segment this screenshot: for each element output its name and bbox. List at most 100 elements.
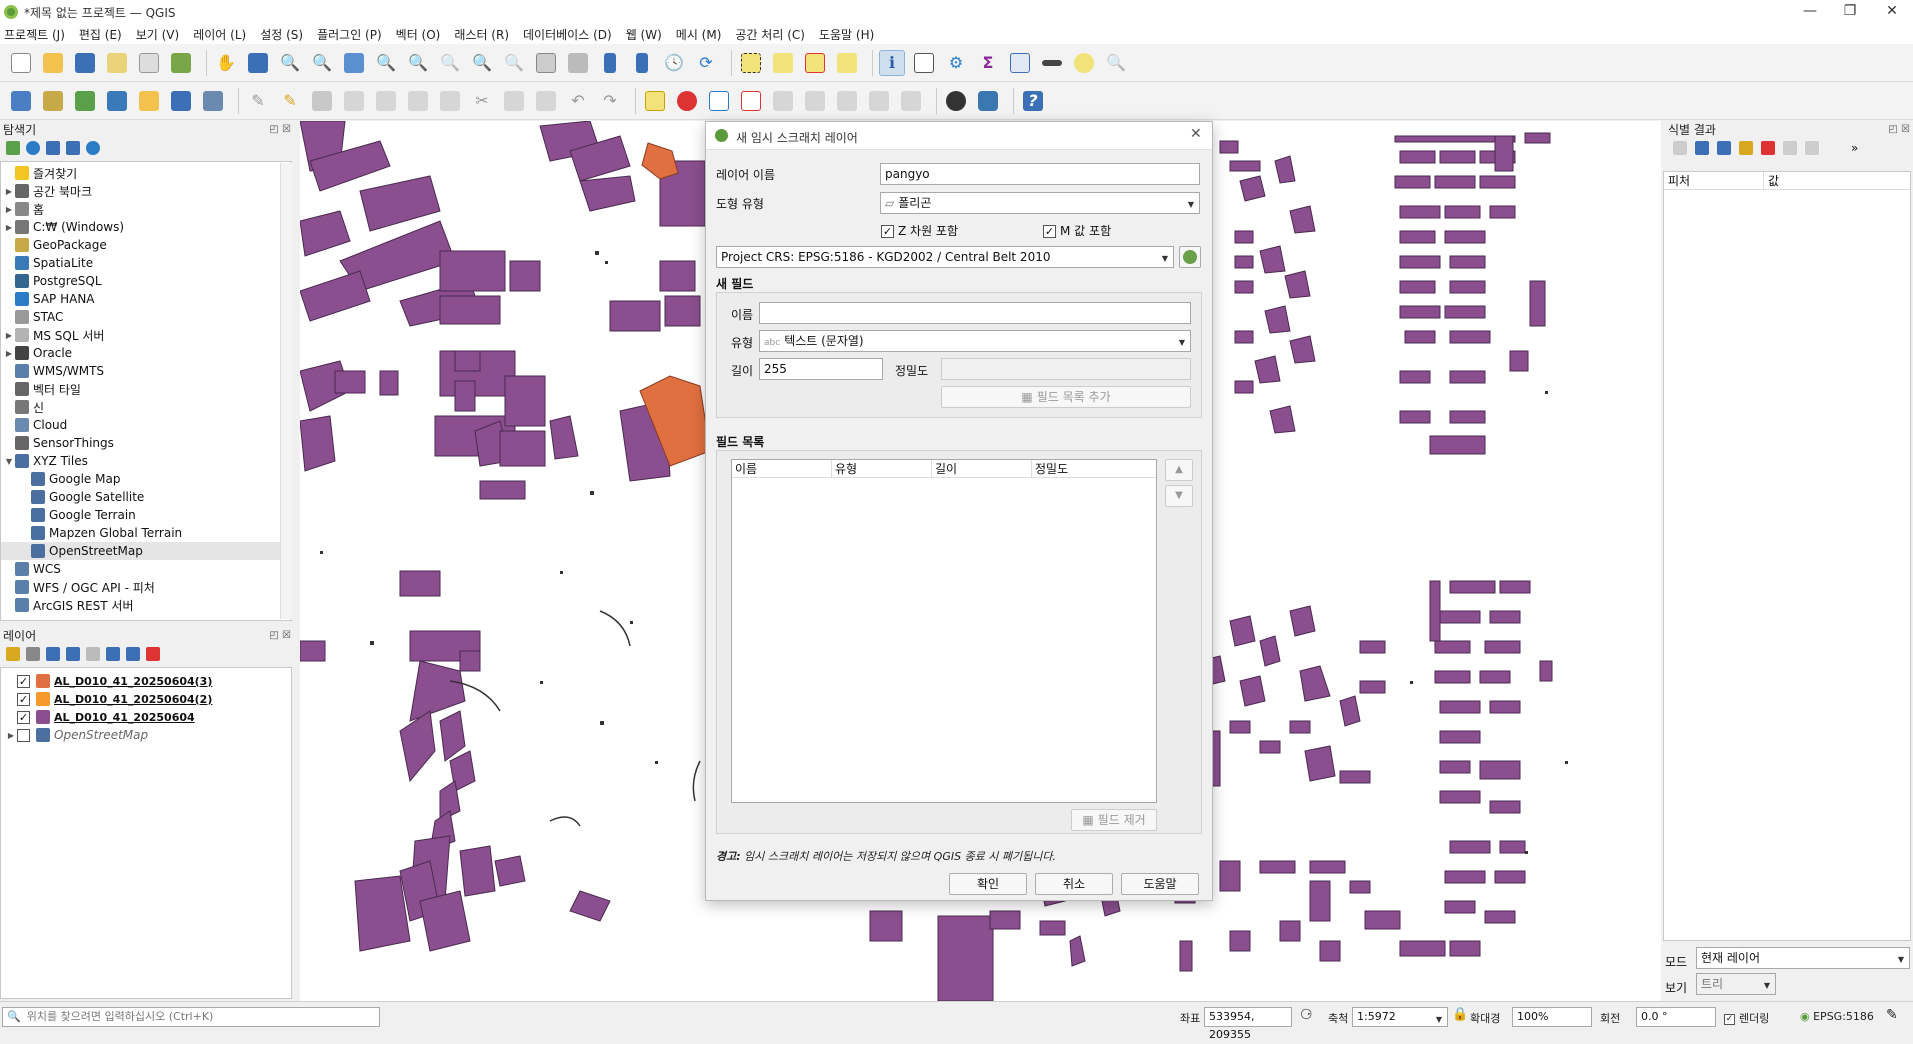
rotation-spinbox[interactable]: 0.0 °: [1636, 1007, 1716, 1027]
diagram-tool-icon[interactable]: [674, 88, 700, 114]
quickmapservices-icon[interactable]: [943, 88, 969, 114]
zoom-native-icon[interactable]: 🔍: [437, 50, 463, 76]
layer-visibility-checkbox[interactable]: [17, 728, 30, 742]
zoom-full-icon[interactable]: [341, 50, 367, 76]
field-name-input[interactable]: [759, 302, 1191, 324]
add-group-icon[interactable]: [26, 647, 40, 661]
rotate-label-icon[interactable]: [834, 88, 860, 114]
remove-layer-icon[interactable]: [146, 647, 160, 661]
col-type-header[interactable]: 유형: [832, 460, 932, 477]
identify-panel-float-close-icon[interactable]: ◰ ☒: [1888, 124, 1910, 135]
current-edits-icon[interactable]: ✎: [245, 88, 271, 114]
crs-select[interactable]: Project CRS: EPSG:5186 - KGD2002 / Centr…: [716, 246, 1174, 268]
field-length-input[interactable]: 255: [759, 358, 883, 380]
new-project-icon[interactable]: [8, 50, 34, 76]
cut-features-icon[interactable]: ✂: [469, 88, 495, 114]
help-button[interactable]: 도움말: [1121, 873, 1199, 895]
raster-layer-icon[interactable]: [36, 728, 50, 742]
layer-styling-icon[interactable]: [6, 647, 20, 661]
render-checkbox[interactable]: ✓ 렌더링: [1724, 1010, 1769, 1026]
expand-all-icon[interactable]: [106, 647, 120, 661]
menu-processing[interactable]: 공간 처리 (C): [735, 26, 805, 43]
print-response-icon[interactable]: [1805, 141, 1819, 155]
restore-button[interactable]: ❐: [1830, 0, 1870, 24]
zoom-out-icon[interactable]: 🔍: [309, 50, 335, 76]
select-features-icon[interactable]: [738, 50, 764, 76]
redo-icon[interactable]: ↷: [597, 88, 623, 114]
undo-icon[interactable]: ↶: [565, 88, 591, 114]
help-icon[interactable]: ?: [1020, 88, 1046, 114]
browser-item[interactable]: Mapzen Global Terrain: [1, 524, 291, 542]
pan-to-selection-icon[interactable]: [245, 50, 271, 76]
new-map-view-icon[interactable]: [533, 50, 559, 76]
save-project-icon[interactable]: [72, 50, 98, 76]
statistical-summary-icon[interactable]: Σ: [975, 50, 1001, 76]
browser-item[interactable]: SpatiaLite: [1, 254, 291, 272]
browser-item[interactable]: ▼ XYZ Tiles: [1, 452, 291, 470]
layer-symbol-swatch[interactable]: [36, 710, 50, 724]
remove-field-button[interactable]: ▦ 필드 제거: [1071, 809, 1157, 831]
dialog-close-icon[interactable]: ✕: [1190, 126, 1202, 142]
zoom-layer-icon[interactable]: 🔍: [405, 50, 431, 76]
zoom-last-icon[interactable]: 🔍: [469, 50, 495, 76]
magnifier-spinbox[interactable]: 100%: [1512, 1007, 1592, 1027]
menu-web[interactable]: 웹 (W): [626, 26, 662, 43]
move-down-icon[interactable]: ▼: [1165, 485, 1193, 507]
menu-database[interactable]: 데이터베이스 (D): [523, 26, 612, 43]
clear-results-icon[interactable]: [1761, 141, 1775, 155]
digitize-icon[interactable]: [341, 88, 367, 114]
feature-column-header[interactable]: 피처: [1664, 172, 1764, 189]
show-hide-labels-icon[interactable]: [770, 88, 796, 114]
menu-edit[interactable]: 편집 (E): [79, 26, 122, 43]
new-3d-view-icon[interactable]: [565, 50, 591, 76]
menu-layer[interactable]: 레이어 (L): [193, 26, 246, 43]
new-spatialite-layer-icon[interactable]: [104, 88, 130, 114]
browser-item[interactable]: GeoPackage: [1, 236, 291, 254]
save-layer-edits-icon[interactable]: [309, 88, 335, 114]
layer-visibility-checkbox[interactable]: ✓: [17, 692, 30, 706]
refresh-browser-icon[interactable]: [26, 141, 40, 155]
extents-toggle-icon[interactable]: ⚆: [1300, 1007, 1313, 1023]
browser-item[interactable]: SAP HANA: [1, 290, 291, 308]
browser-item[interactable]: WMS/WMTS: [1, 362, 291, 380]
layer-name-input[interactable]: pangyo: [880, 163, 1200, 185]
col-name-header[interactable]: 이름: [732, 460, 832, 477]
collapse-all-icon[interactable]: [66, 141, 80, 155]
m-values-checkbox[interactable]: ✓ M 값 포함: [1043, 222, 1111, 239]
locator-search-input[interactable]: 🔍 위치를 찾으려면 입력하십시오 (Ctrl+K): [2, 1007, 380, 1027]
field-type-select[interactable]: abc 텍스트 (문자열): [759, 330, 1191, 352]
collapse-arrow-icon[interactable]: ▼: [3, 457, 15, 466]
layer-visibility-checkbox[interactable]: ✓: [17, 674, 30, 688]
refresh-icon[interactable]: ⟳: [693, 50, 719, 76]
collapse-tree-icon[interactable]: [1717, 141, 1731, 155]
new-geopackage-layer-icon[interactable]: [40, 88, 66, 114]
lock-scale-icon[interactable]: 🔒: [1452, 1007, 1468, 1022]
layer-item[interactable]: ✓ AL_D010_41_20250604(3): [1, 672, 291, 690]
copy-feature-icon[interactable]: [1783, 141, 1797, 155]
processing-toolbox-icon[interactable]: ⚙: [943, 50, 969, 76]
browser-scrollbar[interactable]: [280, 163, 292, 619]
manage-map-themes-icon[interactable]: [46, 647, 60, 661]
browser-item[interactable]: ▶ C:₩ (Windows): [1, 218, 291, 236]
layer-symbol-swatch[interactable]: [36, 674, 50, 688]
view-select[interactable]: 트리: [1696, 973, 1776, 995]
add-to-fields-list-button[interactable]: ▦ 필드 목록 추가: [941, 386, 1191, 408]
scale-select[interactable]: 1:5972: [1352, 1007, 1448, 1027]
expand-arrow-icon[interactable]: ▶: [3, 223, 15, 232]
layout-manager-icon[interactable]: [136, 50, 162, 76]
new-shapefile-layer-icon[interactable]: [72, 88, 98, 114]
panel-float-close-icon[interactable]: ◰ ☒: [269, 124, 291, 135]
close-window-button[interactable]: ✕: [1872, 0, 1912, 24]
highlight-pinned-labels-icon[interactable]: [706, 88, 732, 114]
locator-search-icon[interactable]: 🔍: [1103, 50, 1129, 76]
field-calculator-icon[interactable]: [1007, 50, 1033, 76]
browser-item[interactable]: WFS / OGC API - 피처: [1, 578, 291, 596]
select-by-value-icon[interactable]: [770, 50, 796, 76]
menu-project[interactable]: 프로젝트 (J): [4, 26, 65, 43]
filter-legend-icon[interactable]: [66, 647, 80, 661]
browser-item[interactable]: Cloud: [1, 416, 291, 434]
new-print-layout-icon[interactable]: [104, 50, 130, 76]
layers-panel-float-close-icon[interactable]: ◰ ☒: [269, 630, 291, 641]
expand-tree-icon[interactable]: [1673, 141, 1687, 155]
add-selected-layers-icon[interactable]: [6, 141, 20, 155]
